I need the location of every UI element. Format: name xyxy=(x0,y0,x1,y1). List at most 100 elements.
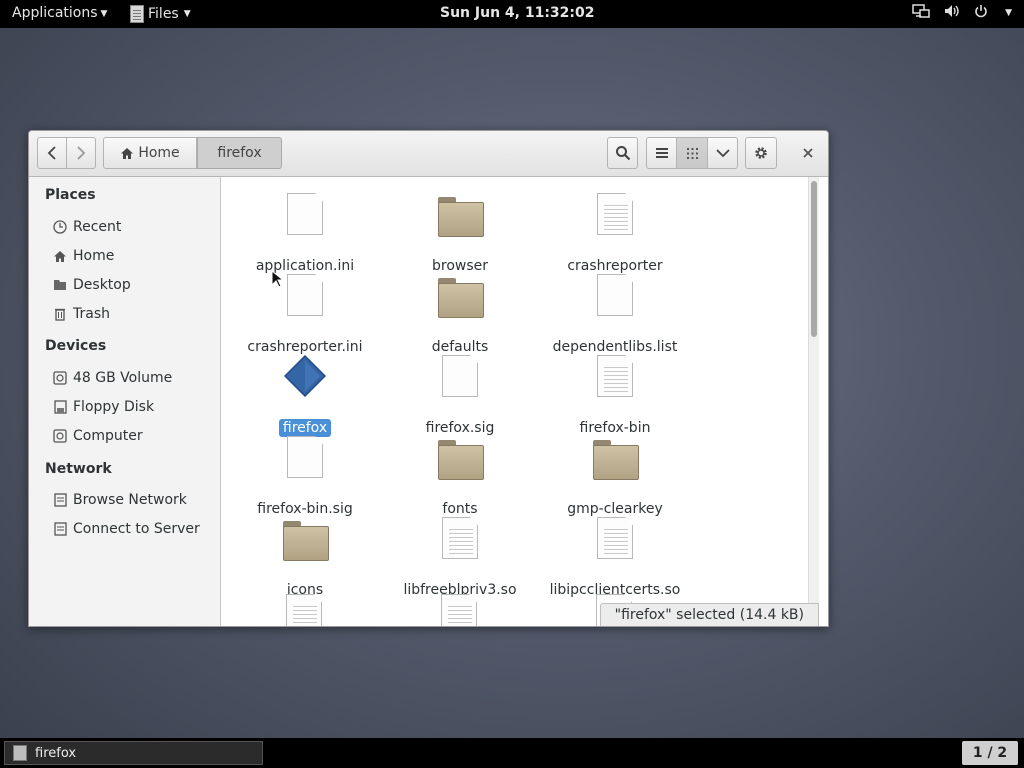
sidebar-item-label: Trash xyxy=(73,306,110,322)
file-item[interactable]: firefox xyxy=(235,349,375,437)
files-menu[interactable]: Files ▼ xyxy=(130,5,191,23)
sidebar-item-floppy-disk[interactable]: Floppy Disk xyxy=(53,399,154,415)
power-icon xyxy=(974,4,988,22)
header-bar: Home firefox xyxy=(29,131,828,177)
document-icon xyxy=(235,430,375,478)
server-icon xyxy=(53,522,67,536)
sidebar-item-home[interactable]: Home xyxy=(53,248,114,264)
volume-icon xyxy=(944,4,960,22)
drive-icon xyxy=(53,371,67,385)
list-view-button[interactable] xyxy=(646,137,677,169)
back-button[interactable] xyxy=(37,137,67,169)
folder-icon xyxy=(390,268,530,318)
file-item[interactable]: application.ini xyxy=(235,187,375,275)
file-item[interactable]: crashreporter xyxy=(545,187,685,275)
scrollbar-thumb[interactable] xyxy=(811,181,817,337)
file-item[interactable]: crashreporter.ini xyxy=(235,268,375,356)
settings-button[interactable] xyxy=(745,137,777,169)
breadcrumb-home[interactable]: Home xyxy=(103,137,197,169)
mouse-cursor-icon xyxy=(271,270,283,288)
sidebar-item-label: Home xyxy=(73,248,115,264)
workspace-pager[interactable]: 1 / 2 xyxy=(962,741,1018,765)
sidebar-item-label: Connect to Server xyxy=(73,521,200,537)
document-icon xyxy=(545,187,685,235)
grid-view-button[interactable] xyxy=(676,137,708,169)
file-item[interactable]: fonts xyxy=(390,430,530,518)
sidebar-item-48gb-volume[interactable]: 48 GB Volume xyxy=(53,370,172,386)
sidebar-item-trash[interactable]: Trash xyxy=(53,306,110,322)
document-icon xyxy=(235,268,375,316)
sidebar-item-connect-to-server[interactable]: Connect to Server xyxy=(53,521,200,537)
view-options-button[interactable] xyxy=(707,137,738,169)
document-icon xyxy=(235,187,375,235)
file-item[interactable]: dependentlibs.list xyxy=(545,268,685,356)
chevron-down-icon xyxy=(715,149,730,158)
network-icon xyxy=(53,493,67,507)
places-heading: Places xyxy=(45,187,96,203)
file-item[interactable]: defaults xyxy=(390,268,530,356)
breadcrumb-current[interactable]: firefox xyxy=(197,137,282,169)
partial-file-icon[interactable] xyxy=(441,594,477,626)
document-icon xyxy=(545,511,685,559)
breadcrumb-home-label: Home xyxy=(138,145,180,161)
search-button[interactable] xyxy=(607,137,638,169)
devices-heading: Devices xyxy=(45,338,107,354)
sidebar-item-label: Floppy Disk xyxy=(73,399,155,415)
file-item[interactable]: firefox-bin xyxy=(545,349,685,437)
sidebar-item-label: Computer xyxy=(73,428,143,444)
file-item[interactable]: browser xyxy=(390,187,530,275)
executable-icon xyxy=(235,349,375,397)
close-button[interactable] xyxy=(793,137,823,169)
document-icon xyxy=(545,349,685,397)
folder-icon xyxy=(235,511,375,561)
file-item[interactable]: firefox.sig xyxy=(390,349,530,437)
folder-icon xyxy=(390,187,530,237)
vertical-scrollbar[interactable] xyxy=(808,177,819,626)
sidebar-item-computer[interactable]: Computer xyxy=(53,428,143,444)
taskbar-item-firefox[interactable]: firefox xyxy=(4,741,263,765)
files-app-icon xyxy=(13,745,27,761)
clock[interactable]: Sun Jun 4, 11:32:02 xyxy=(440,5,595,21)
sidebar-item-recent[interactable]: Recent xyxy=(53,219,121,235)
chevron-down-icon: ▼ xyxy=(183,9,191,19)
trash-icon xyxy=(53,307,67,321)
file-item[interactable]: libipcclientcerts.so xyxy=(545,511,685,599)
file-item[interactable]: libfreeblpriv3.so xyxy=(390,511,530,599)
sidebar-item-browse-network[interactable]: Browse Network xyxy=(53,492,187,508)
grid-icon xyxy=(686,147,698,159)
floppy-icon xyxy=(53,400,67,414)
file-item[interactable]: firefox-bin.sig xyxy=(235,430,375,518)
forward-button[interactable] xyxy=(66,137,96,169)
file-item[interactable]: icons xyxy=(235,511,375,599)
sidebar-item-label: Recent xyxy=(73,219,122,235)
chevron-down-icon: ▼ xyxy=(100,9,108,19)
sidebar: Places Recent Home Desktop Trash Devices… xyxy=(29,177,221,626)
file-grid[interactable]: application.ini browser crashreporter crash… xyxy=(222,177,819,626)
bottom-bar: firefox 1 / 2 xyxy=(0,738,1024,768)
partial-file-icon[interactable] xyxy=(286,594,322,626)
sidebar-item-label: 48 GB Volume xyxy=(73,370,173,386)
home-icon xyxy=(121,147,134,159)
applications-label: Applications xyxy=(12,5,98,21)
arrow-right-icon xyxy=(77,146,86,160)
folder-icon xyxy=(390,430,530,480)
search-icon xyxy=(615,146,630,161)
sidebar-item-desktop[interactable]: Desktop xyxy=(53,277,131,293)
sidebar-item-label: Desktop xyxy=(73,277,131,293)
folder-icon xyxy=(545,430,685,480)
file-item[interactable]: gmp-clearkey xyxy=(545,430,685,518)
document-icon xyxy=(545,268,685,316)
top-bar: Applications ▼ Files ▼ Sun Jun 4, 11:32:02… xyxy=(0,0,1024,28)
system-tray[interactable]: ▼ xyxy=(912,3,1012,23)
status-bubble: "firefox" selected (14.4 kB) xyxy=(599,603,819,626)
folder-icon xyxy=(53,278,67,292)
sidebar-item-label: Browse Network xyxy=(73,492,187,508)
home-icon xyxy=(53,249,67,263)
list-icon xyxy=(655,148,668,158)
arrow-left-icon xyxy=(47,146,56,160)
taskbar-item-label: firefox xyxy=(35,745,77,761)
document-icon xyxy=(390,349,530,397)
gear-icon xyxy=(755,147,767,159)
files-window: Home firefox Places Recent Home Desktop … xyxy=(28,130,829,627)
applications-menu[interactable]: Applications ▼ xyxy=(12,5,107,21)
